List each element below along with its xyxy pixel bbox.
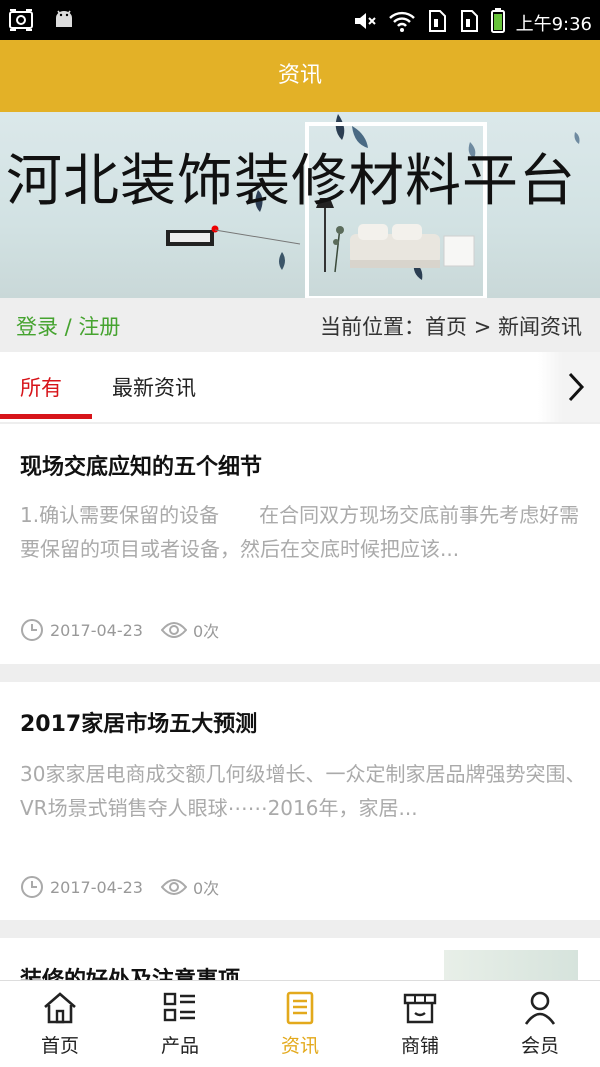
screenshot-icon <box>8 8 34 36</box>
nav-home[interactable]: 首页 <box>0 981 120 1067</box>
article-views: 0次 <box>192 879 220 898</box>
list-icon <box>163 992 195 1022</box>
nav-member[interactable]: 会员 <box>480 981 600 1067</box>
nav-label: 商铺 <box>400 1035 439 1057</box>
status-time: 上午9:36 <box>515 14 592 35</box>
banner-title: 河北装饰装修材料平台 <box>6 149 576 214</box>
article-meta: 2017-04-23 0次 <box>20 875 237 899</box>
chevron-right-icon <box>568 372 585 402</box>
article-title[interactable]: 现场交底应知的五个细节 <box>20 449 262 481</box>
article-date: 2017-04-23 <box>50 620 143 640</box>
nav-label: 会员 <box>520 1035 559 1057</box>
wifi-icon <box>388 9 416 37</box>
status-bar: 上午9:36 <box>0 0 600 40</box>
article-title[interactable]: 装修的好处及注意事项 <box>20 962 240 980</box>
article-views: 0次 <box>192 622 220 641</box>
document-icon <box>286 991 314 1025</box>
category-tabs: 所有 最新资讯 <box>0 352 600 422</box>
page-title: 资讯 <box>0 40 600 112</box>
article-date: 2017-04-23 <box>50 877 143 897</box>
clock-icon <box>21 876 43 898</box>
article-summary: 1.确认需要保留的设备 在合同双方现场交底前事先考虑好需要保留的项目或者设备，然… <box>20 503 580 561</box>
mute-icon <box>352 9 378 37</box>
sim2-icon <box>458 9 480 37</box>
article-card[interactable]: 装修的好处及注意事项 <box>0 938 600 980</box>
nav-label: 首页 <box>40 1035 79 1057</box>
nav-news[interactable]: 资讯 <box>240 981 360 1067</box>
nav-shops[interactable]: 商铺 <box>360 981 480 1067</box>
tab-latest-news[interactable]: 最新资讯 <box>112 372 196 402</box>
battery-icon <box>490 8 506 38</box>
tabs-scroll-right-button[interactable] <box>538 352 600 422</box>
active-tab-indicator <box>0 414 92 419</box>
person-icon <box>524 991 556 1025</box>
eye-icon <box>160 622 187 638</box>
home-icon <box>44 992 76 1024</box>
article-thumbnail <box>444 950 578 980</box>
article-card[interactable]: 2017家居市场五大预测 30家家居电商成交额几何级增长、一众定制家居品牌强势突… <box>0 682 600 920</box>
breadcrumb: 当前位置：首页 > 新闻资讯 <box>320 315 582 339</box>
shop-icon <box>403 993 437 1024</box>
bottom-nav: 首页 产品 资讯 商铺 会员 <box>0 980 600 1067</box>
article-card[interactable]: 现场交底应知的五个细节 1.确认需要保留的设备 在合同双方现场交底前事先考虑好需… <box>0 424 600 664</box>
sim1-icon <box>426 9 448 37</box>
nav-label: 产品 <box>160 1035 199 1057</box>
nav-label: 资讯 <box>280 1035 319 1057</box>
article-summary: 30家家居电商成交额几何级增长、一众定制家居品牌强势突围、VR场景式销售夺人眼球… <box>20 762 586 820</box>
nav-products[interactable]: 产品 <box>120 981 240 1067</box>
article-title[interactable]: 2017家居市场五大预测 <box>20 706 257 738</box>
login-bar: 登录 / 注册 当前位置：首页 > 新闻资讯 <box>0 298 600 352</box>
article-meta: 2017-04-23 0次 <box>20 618 237 642</box>
banner[interactable]: 河北装饰装修材料平台 <box>0 112 600 298</box>
tab-all[interactable]: 所有 <box>20 372 62 402</box>
clock-icon <box>21 619 43 641</box>
android-icon <box>52 8 76 36</box>
eye-icon <box>160 879 187 895</box>
login-register-link[interactable]: 登录 / 注册 <box>16 311 120 341</box>
